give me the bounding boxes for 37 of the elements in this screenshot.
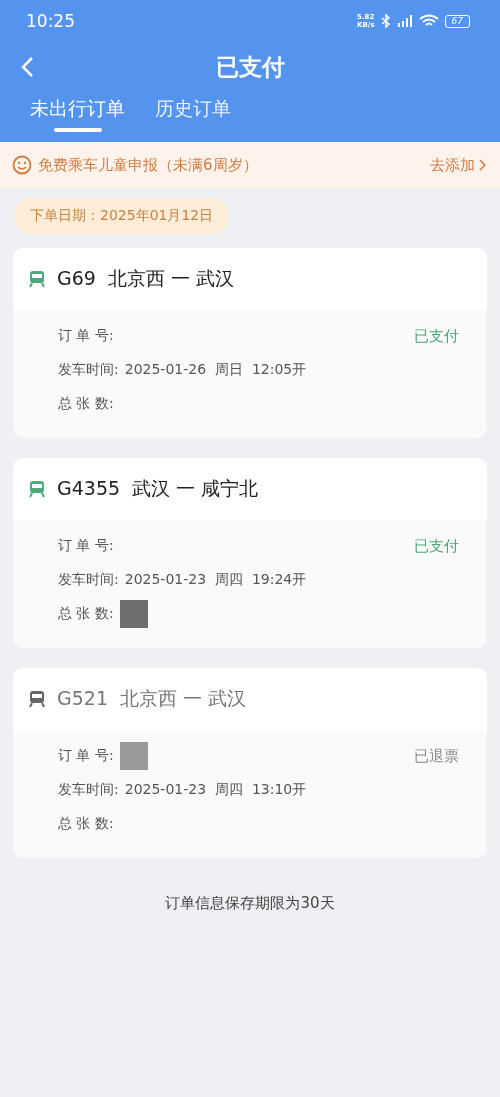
train-icon xyxy=(29,480,45,498)
train-route: G521 北京西 一 武汉 xyxy=(57,686,247,711)
departure-time: 2025-01-23 周四 19:24开 xyxy=(124,571,307,589)
train-route: G69 北京西 一 武汉 xyxy=(57,266,235,291)
order-status: 已退票 xyxy=(414,746,459,766)
smiley-icon xyxy=(12,155,32,175)
tab-indicator xyxy=(53,128,102,132)
wifi-icon xyxy=(418,14,439,28)
departure-label: 发车时间: xyxy=(58,571,119,589)
departure-label: 发车时间: xyxy=(58,361,119,379)
signal-icon xyxy=(396,15,413,27)
order-number-label: 订 单 号: xyxy=(58,747,114,765)
order-number-label: 订 单 号: xyxy=(58,537,114,555)
banner-text: 免费乘车儿童申报（未满6周岁） xyxy=(38,155,259,175)
retention-note: 订单信息保存期限为30天 xyxy=(164,894,336,913)
status-time: 10:25 xyxy=(26,11,75,31)
ticket-count-label: 总 张 数: xyxy=(58,395,114,413)
departure-time: 2025-01-26 周日 12:05开 xyxy=(124,361,307,379)
order-card[interactable]: G521 北京西 一 武汉 订 单 号: 已退票 发车时间: 2025-01-23 周四 13:10开 总 张 数: xyxy=(13,668,487,858)
bluetooth-icon xyxy=(380,14,391,28)
departure-time: 2025-01-23 周四 13:10开 xyxy=(124,781,307,799)
train-icon xyxy=(29,270,45,288)
order-card[interactable]: G69 北京西 一 武汉 订 单 号: 已支付 发车时间: 2025-01-26 周日 12:05开 总 张 数: xyxy=(13,248,487,438)
ticket-count-label: 总 张 数: xyxy=(58,815,114,833)
ticket-count-label: 总 张 数: xyxy=(58,605,114,623)
order-number-label: 订 单 号: xyxy=(58,327,114,345)
order-card[interactable]: G4355 武汉 一 咸宁北 订 单 号: 已支付 发车时间: 2025-01-23 周四 19:24开 总 张 数: xyxy=(13,458,487,648)
order-status: 已支付 xyxy=(414,536,459,556)
order-date-chip: 下单日期：2025年01月12日 xyxy=(14,198,230,234)
train-icon xyxy=(29,690,45,708)
departure-label: 发车时间: xyxy=(58,781,119,799)
back-icon[interactable] xyxy=(20,56,34,78)
order-status: 已支付 xyxy=(414,326,459,346)
chevron-icon xyxy=(479,159,486,171)
battery-indicator: 67 xyxy=(444,14,470,28)
page-title: 已支付 xyxy=(215,52,285,82)
train-route: G4355 武汉 一 咸宁北 xyxy=(57,476,259,501)
